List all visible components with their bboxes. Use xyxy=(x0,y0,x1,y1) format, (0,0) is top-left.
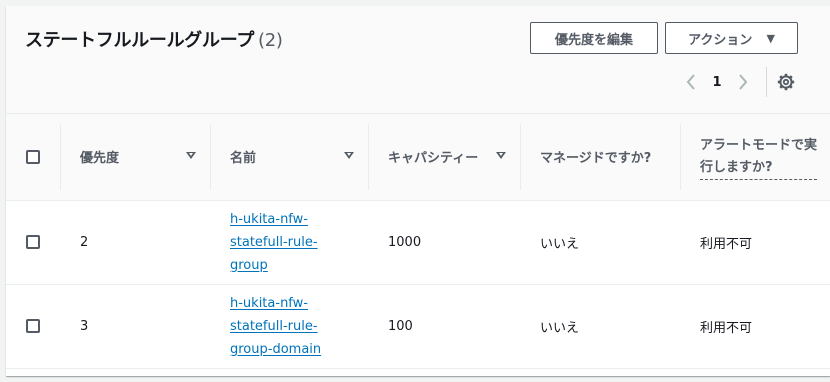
actions-label: アクション xyxy=(688,32,753,48)
row-checkbox[interactable] xyxy=(26,319,40,333)
row-checkbox[interactable] xyxy=(26,235,40,249)
column-header-capacity[interactable]: キャパシティー xyxy=(368,114,520,200)
column-divider xyxy=(520,124,521,190)
rule-group-link-line: statefull-rule- xyxy=(230,234,318,250)
capacity-cell: 1000 xyxy=(388,234,422,250)
pagination: 1 xyxy=(678,66,797,98)
column-header-name[interactable]: 名前 xyxy=(210,114,368,200)
column-header-alert-mode: アラートモードで実行しますか? xyxy=(680,114,830,200)
rule-group-link[interactable]: h-ukita-nfw- statefull-rule- group-domai… xyxy=(230,292,330,361)
edit-priority-button[interactable]: 優先度を編集 xyxy=(530,22,658,54)
rule-group-link[interactable]: h-ukita-nfw- statefull-rule- group xyxy=(230,208,330,277)
capacity-cell: 100 xyxy=(388,318,413,334)
column-label-name: 名前 xyxy=(230,151,257,167)
panel-title-text: ステートフルルールグループ xyxy=(25,30,255,51)
rule-group-link-line: statefull-rule- xyxy=(230,318,318,334)
actions-dropdown-button[interactable]: アクション ▼ xyxy=(665,22,798,54)
priority-cell: 2 xyxy=(80,234,89,250)
column-divider xyxy=(210,124,211,190)
current-page-number[interactable]: 1 xyxy=(704,75,730,90)
column-divider xyxy=(368,124,369,190)
priority-cell: 3 xyxy=(80,318,89,334)
column-header-managed: マネージドですか? xyxy=(520,114,680,200)
select-all-cell xyxy=(6,114,60,200)
gear-icon[interactable] xyxy=(775,71,797,93)
caret-down-icon: ▼ xyxy=(766,31,775,45)
table-row: 3 h-ukita-nfw- statefull-rule- group-dom… xyxy=(6,284,830,368)
column-label-managed: マネージドですか? xyxy=(540,151,652,167)
rule-group-link-line: group-domain xyxy=(230,341,322,357)
sort-caret-icon[interactable] xyxy=(344,151,354,159)
sort-caret-icon[interactable] xyxy=(186,151,196,159)
panel-title: ステートフルルールグループ (2) xyxy=(25,26,283,52)
table-row: 2 h-ukita-nfw- statefull-rule- group 100… xyxy=(6,200,830,284)
alert-mode-cell: 利用不可 xyxy=(700,320,753,336)
managed-cell: いいえ xyxy=(540,320,580,336)
rule-groups-table: 優先度 名前 キャパシティー マネージドですか? アラートモードで実行しますか?… xyxy=(6,114,830,369)
alert-mode-cell: 利用不可 xyxy=(700,236,753,252)
column-divider xyxy=(60,124,61,190)
pagination-divider xyxy=(766,67,767,97)
item-count: (2) xyxy=(258,30,283,51)
row-select-cell xyxy=(6,200,60,284)
rule-group-link-line: h-ukita-nfw- xyxy=(230,211,308,227)
column-label-priority: 優先度 xyxy=(80,151,120,167)
chevron-right-icon[interactable] xyxy=(730,69,756,95)
chevron-left-icon[interactable] xyxy=(678,69,704,95)
rule-group-link-line: group xyxy=(230,257,268,273)
stateful-rule-groups-panel: ステートフルルールグループ (2) 優先度を編集 アクション ▼ 1 優先度 名… xyxy=(6,6,830,376)
column-label-alert-mode[interactable]: アラートモードで実行しますか? xyxy=(700,133,817,181)
row-select-cell xyxy=(6,284,60,368)
rule-group-link-line: h-ukita-nfw- xyxy=(230,295,308,311)
panel-header: ステートフルルールグループ (2) 優先度を編集 アクション ▼ 1 xyxy=(6,6,830,114)
sort-caret-icon[interactable] xyxy=(496,151,506,159)
column-divider xyxy=(680,124,681,190)
managed-cell: いいえ xyxy=(540,236,580,252)
name-cell: h-ukita-nfw- statefull-rule- group xyxy=(210,200,368,284)
table-header-row: 優先度 名前 キャパシティー マネージドですか? アラートモードで実行しますか? xyxy=(6,114,830,200)
name-cell: h-ukita-nfw- statefull-rule- group-domai… xyxy=(210,284,368,368)
select-all-checkbox[interactable] xyxy=(26,149,40,164)
column-label-capacity: キャパシティー xyxy=(388,151,479,167)
column-header-priority[interactable]: 優先度 xyxy=(60,114,210,200)
